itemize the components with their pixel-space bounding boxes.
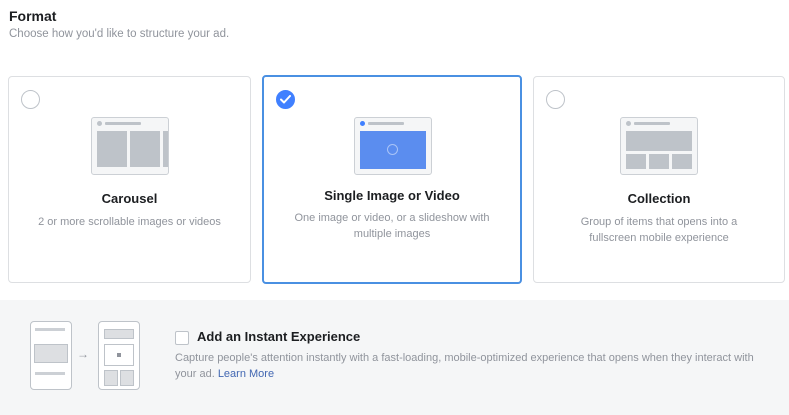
phone-header-bar bbox=[35, 328, 65, 331]
ie-phone-tile-2 bbox=[120, 370, 134, 386]
carousel-radio[interactable] bbox=[21, 90, 40, 109]
checkmark-icon bbox=[280, 95, 291, 104]
collection-radio[interactable] bbox=[546, 90, 565, 109]
carousel-label: Carousel bbox=[101, 191, 158, 206]
ie-phone-hero bbox=[104, 329, 134, 339]
arrow-icon: → bbox=[77, 347, 89, 361]
collection-description: Group of items that opens into a fullscr… bbox=[580, 216, 738, 244]
thumbnail-text-bar bbox=[105, 122, 141, 125]
collection-item-1 bbox=[626, 154, 646, 169]
instant-experience-phone-illustration bbox=[98, 321, 140, 390]
section-title: Format bbox=[9, 8, 57, 24]
play-icon bbox=[387, 144, 398, 155]
single-image-media bbox=[360, 131, 426, 169]
ie-play-dot bbox=[117, 353, 121, 357]
carousel-description: 2 or more scrollable images or videos bbox=[38, 216, 221, 228]
collection-hero bbox=[626, 131, 692, 151]
thumbnail-avatar-dot bbox=[360, 121, 365, 126]
format-option-single-image-or-video[interactable]: Single Image or Video One image or video… bbox=[262, 75, 522, 284]
thumbnail-avatar-dot bbox=[97, 121, 102, 126]
collection-thumbnail-icon bbox=[620, 117, 698, 175]
format-option-collection[interactable]: Collection Group of items that opens int… bbox=[533, 76, 785, 283]
collection-item-2 bbox=[649, 154, 669, 169]
format-section: Format Choose how you'd like to structur… bbox=[0, 0, 789, 415]
thumbnail-avatar-dot bbox=[626, 121, 631, 126]
instant-experience-description: Capture people's attention instantly wit… bbox=[175, 350, 765, 382]
instant-experience-panel: → Add an Instant Experience Capture peop… bbox=[0, 300, 789, 415]
ie-phone-tile-1 bbox=[104, 370, 118, 386]
carousel-thumbnail-icon bbox=[91, 117, 169, 175]
ad-phone-illustration bbox=[30, 321, 72, 390]
section-subtitle: Choose how you'd like to structure your … bbox=[9, 28, 230, 40]
phone-footer-bar bbox=[35, 372, 65, 375]
phone-ad-image bbox=[34, 344, 68, 363]
carousel-slide-2 bbox=[130, 131, 160, 167]
thumbnail-text-bar bbox=[368, 122, 404, 125]
collection-label: Collection bbox=[627, 191, 691, 206]
format-option-carousel[interactable]: Carousel 2 or more scrollable images or … bbox=[8, 76, 251, 283]
carousel-slide-3 bbox=[163, 131, 168, 167]
collection-item-3 bbox=[672, 154, 692, 169]
instant-experience-label[interactable]: Add an Instant Experience bbox=[197, 329, 360, 344]
single-image-label: Single Image or Video bbox=[324, 188, 460, 203]
single-image-description: One image or video, or a slideshow with … bbox=[294, 212, 490, 240]
carousel-slide-1 bbox=[97, 131, 127, 167]
ie-phone-media bbox=[104, 344, 134, 366]
single-image-radio[interactable] bbox=[276, 90, 295, 109]
thumbnail-text-bar bbox=[634, 122, 670, 125]
learn-more-link[interactable]: Learn More bbox=[218, 368, 274, 380]
format-header: Format Choose how you'd like to structur… bbox=[9, 8, 229, 40]
instant-experience-checkbox[interactable] bbox=[175, 331, 189, 345]
single-image-thumbnail-icon bbox=[354, 117, 432, 175]
